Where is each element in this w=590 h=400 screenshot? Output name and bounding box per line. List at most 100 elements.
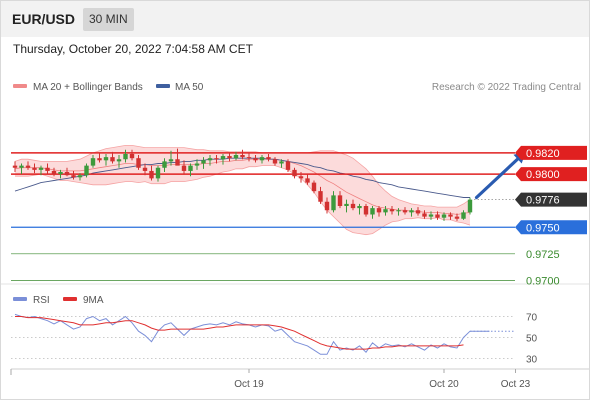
ma50-legend-label: MA 50 (175, 82, 204, 93)
rsi-line (14, 313, 490, 355)
candle-body (25, 165, 31, 168)
candle-body (324, 201, 330, 211)
candle-body (136, 158, 141, 168)
candle-body (298, 176, 304, 179)
level-value-text: 0.9800 (526, 169, 560, 181)
rsi-ma-legend-label: 9MA (83, 295, 104, 306)
candle-body (77, 175, 83, 178)
level-labels: 0.9820 0.9800 0.9776 0.9750 0.9725 0.9700 (515, 145, 587, 287)
rsi-legend-label: RSI (33, 295, 50, 306)
candle-body (233, 155, 239, 159)
research-credit: Research © 2022 Trading Central (432, 82, 581, 93)
candle-body (246, 157, 252, 159)
candle-body (188, 165, 193, 171)
level-label-09820: 0.9820 (515, 145, 587, 160)
rsi-lines (14, 313, 515, 355)
forecast-arrow-shaft (474, 153, 524, 200)
level-value-text: 0.9776 (526, 195, 560, 207)
candle-body (168, 159, 174, 162)
candle-body (402, 210, 408, 213)
candle-body (389, 209, 395, 212)
candle-body (285, 161, 291, 170)
time-tick-label: Oct 20 (429, 379, 459, 390)
candle-body (110, 157, 115, 162)
candle-body (448, 214, 453, 217)
candle-body (90, 158, 96, 166)
candle-body (363, 206, 369, 215)
rsi-legend-swatch (13, 297, 27, 301)
candle-body (383, 209, 388, 213)
candle-body (266, 157, 271, 160)
candle-body (220, 156, 226, 160)
main-legend: MA 20 + Bollinger Bands MA 50 Research ©… (13, 82, 581, 93)
candle-body (71, 175, 76, 178)
candle-body (12, 165, 18, 168)
level-label-09800: 0.9800 (515, 167, 587, 182)
bollinger-legend-label: MA 20 + Bollinger Bands (33, 82, 143, 93)
candle-body (454, 216, 460, 219)
candle-body (207, 158, 213, 161)
candle-body (51, 170, 57, 175)
candle-body (435, 214, 440, 218)
rsi-tick-label: 70 (526, 313, 538, 324)
rsi-tick-label: 30 (526, 355, 538, 366)
candle-body (19, 165, 24, 168)
candle-body (123, 153, 128, 160)
candle-body (32, 167, 37, 170)
candle-body (201, 160, 206, 164)
rsi-ma-line (15, 316, 464, 350)
candle-body (415, 210, 421, 214)
candle-body (259, 157, 265, 161)
rsi-legend: RSI 9MA (13, 295, 104, 306)
candle-body (422, 213, 427, 217)
level-value-text: 0.9725 (526, 249, 560, 261)
candle-body (441, 214, 447, 218)
level-label-09750: 0.9750 (515, 220, 587, 235)
rsi-grid: 70 50 30 (11, 313, 538, 366)
candle-body (305, 178, 310, 183)
price-chart: MA 20 + Bollinger Bands MA 50 Research ©… (1, 82, 589, 390)
candle-body (227, 156, 232, 159)
candle-body (376, 208, 382, 213)
level-value-text: 0.9820 (526, 148, 560, 160)
time-tick-label: Oct 23 (501, 379, 531, 390)
candle-body (311, 182, 317, 192)
candle-body (58, 172, 63, 175)
level-value-text: 0.9750 (526, 222, 560, 234)
candle-body (116, 159, 122, 162)
candle-body (45, 167, 50, 171)
level-label-09700: 0.9700 (526, 275, 560, 287)
bollinger-legend-swatch (13, 84, 27, 88)
rsi-tick-label: 50 (526, 334, 538, 345)
candle-body (97, 158, 102, 161)
candle-body (240, 155, 245, 158)
rsi-ma-legend-swatch (63, 297, 77, 301)
candle-body (162, 161, 167, 168)
candle-body (292, 169, 297, 177)
candle-body (318, 191, 323, 202)
candle-body (181, 165, 187, 171)
candle-body (370, 208, 375, 215)
time-tick-label: Oct 19 (234, 379, 264, 390)
candle-body (344, 203, 349, 206)
candle-body (84, 165, 89, 176)
candle-body (103, 157, 109, 161)
candle-body (337, 195, 343, 206)
candle-body (272, 159, 278, 164)
candle-body (461, 212, 466, 219)
candle-body (357, 206, 362, 209)
candle-body (149, 170, 154, 179)
candle-body (175, 159, 180, 166)
chart-widget: EUR/USD 30 MIN Thursday, October 20, 202… (0, 0, 590, 400)
time-axis: Oct 19 Oct 20 Oct 23 (10, 369, 531, 390)
candle-body (155, 167, 161, 179)
candle-body (129, 153, 135, 159)
candle-body (467, 199, 473, 213)
candle-body (279, 161, 284, 164)
candle-body (214, 158, 219, 160)
candle-body (331, 195, 336, 211)
candle-body (64, 172, 70, 176)
candle-body (428, 214, 434, 217)
candle-body (142, 167, 148, 171)
candle-body (396, 210, 401, 212)
